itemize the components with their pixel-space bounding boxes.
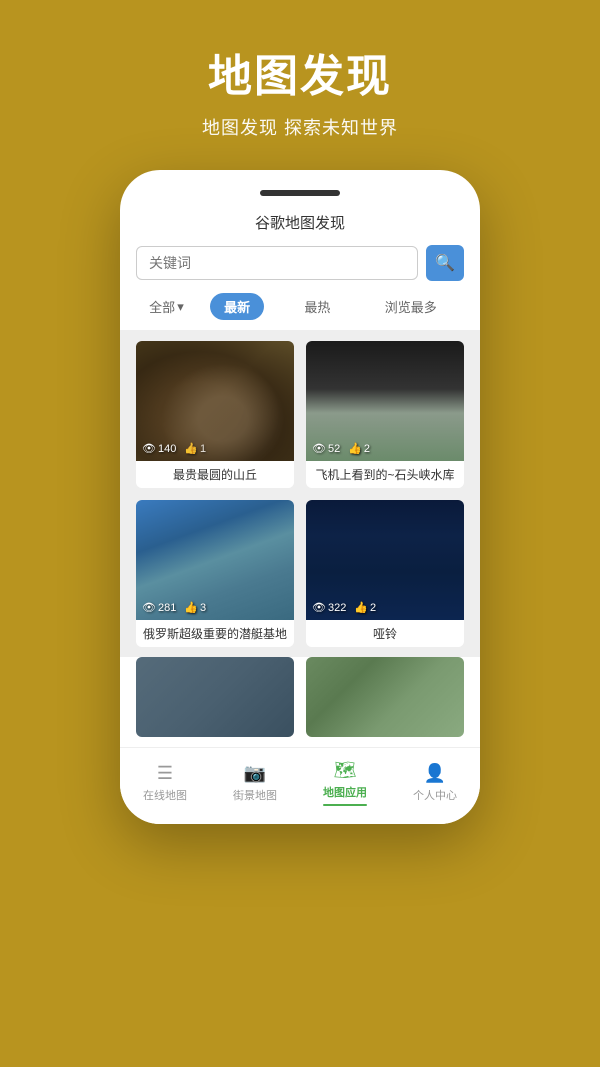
search-input[interactable]	[136, 246, 418, 280]
menu-icon: ☰	[157, 763, 173, 784]
hero-title: 地图发现	[208, 40, 392, 104]
image-stats-1: 👁 140 👍 1	[142, 442, 206, 455]
image-stats-3: 👁 281 👍 3	[142, 601, 206, 614]
partial-item-2[interactable]	[306, 657, 464, 737]
grid-item-1-image: 👁 140 👍 1	[136, 341, 294, 461]
phone-mockup: 谷歌地图发现 🔍 全部 ▾ 最新 最热 浏览最多 👁 140	[120, 170, 480, 824]
satellite-image-6	[306, 657, 464, 737]
view-count-3: 👁 281	[142, 601, 176, 614]
grid-item-1[interactable]: 👁 140 👍 1 最贵最圆的山丘	[136, 341, 294, 488]
nav-item-map-app[interactable]: 🗺 地图应用	[315, 758, 375, 808]
phone-notch	[260, 190, 340, 196]
grid-item-2[interactable]: 👁 52 👍 2 飞机上看到的~石头峡水库	[306, 341, 464, 488]
filter-tabs: 全部 ▾ 最新 最热 浏览最多	[120, 293, 480, 331]
image-stats-2: 👁 52 👍 2	[312, 442, 370, 455]
like-icon: 👍	[184, 442, 198, 455]
eye-icon: 👁	[142, 442, 156, 455]
tab-hottest[interactable]: 最热	[290, 293, 344, 320]
tab-most-viewed[interactable]: 浏览最多	[371, 293, 451, 320]
search-bar: 🔍	[136, 245, 464, 281]
grid-item-4[interactable]: 👁 322 👍 2 哑铃	[306, 500, 464, 647]
tab-all[interactable]: 全部 ▾	[149, 297, 184, 316]
grid-item-1-label: 最贵最圆的山丘	[136, 461, 294, 488]
eye-icon: 👁	[312, 601, 326, 614]
grid-item-4-label: 哑铃	[306, 620, 464, 647]
nav-label-online-map: 在线地图	[143, 787, 187, 803]
like-icon: 👍	[354, 601, 368, 614]
satellite-image-4: 👁 322 👍 2	[306, 500, 464, 620]
grid-item-2-label: 飞机上看到的~石头峡水库	[306, 461, 464, 488]
image-stats-4: 👁 322 👍 2	[312, 601, 376, 614]
partial-item-1[interactable]	[136, 657, 294, 737]
like-count-1: 👍 1	[184, 442, 206, 455]
like-icon: 👍	[184, 601, 198, 614]
nav-label-map-app: 地图应用	[323, 784, 367, 800]
eye-icon: 👁	[142, 601, 156, 614]
search-icon: 🔍	[435, 253, 455, 273]
view-count-2: 👁 52	[312, 442, 340, 455]
phone-header: 谷歌地图发现	[120, 212, 480, 233]
active-indicator	[323, 804, 367, 806]
grid-item-3-image: 👁 281 👍 3	[136, 500, 294, 620]
hero-section: 地图发现 地图发现 探索未知世界	[0, 0, 600, 170]
like-count-3: 👍 3	[184, 601, 206, 614]
nav-label-street: 街景地图	[233, 787, 277, 803]
partial-row	[120, 657, 480, 745]
search-button[interactable]: 🔍	[426, 245, 464, 281]
hero-subtitle: 地图发现 探索未知世界	[202, 114, 398, 140]
camera-icon: 📷	[244, 763, 266, 784]
view-count-4: 👁 322	[312, 601, 346, 614]
satellite-image-5	[136, 657, 294, 737]
like-icon: 👍	[348, 442, 362, 455]
nav-item-profile[interactable]: 👤 个人中心	[405, 761, 465, 805]
grid-item-2-image: 👁 52 👍 2	[306, 341, 464, 461]
tab-all-label: 全部	[149, 297, 175, 316]
satellite-image-1: 👁 140 👍 1	[136, 341, 294, 461]
grid-item-4-image: 👁 322 👍 2	[306, 500, 464, 620]
satellite-image-2: 👁 52 👍 2	[306, 341, 464, 461]
view-count-1: 👁 140	[142, 442, 176, 455]
satellite-image-3: 👁 281 👍 3	[136, 500, 294, 620]
person-icon: 👤	[424, 763, 446, 784]
bottom-nav: ☰ 在线地图 📷 街景地图 🗺 地图应用 👤 个人中心	[120, 747, 480, 824]
map-icon: 🗺	[334, 760, 357, 781]
chevron-down-icon: ▾	[177, 299, 184, 315]
nav-item-menu[interactable]: ☰ 在线地图	[135, 761, 195, 805]
like-count-2: 👍 2	[348, 442, 370, 455]
eye-icon: 👁	[312, 442, 326, 455]
grid-item-3-label: 俄罗斯超级重要的潜艇基地	[136, 620, 294, 647]
nav-label-profile: 个人中心	[413, 787, 457, 803]
nav-item-street[interactable]: 📷 街景地图	[225, 761, 285, 805]
grid-item-3[interactable]: 👁 281 👍 3 俄罗斯超级重要的潜艇基地	[136, 500, 294, 647]
like-count-4: 👍 2	[354, 601, 376, 614]
content-grid: 👁 140 👍 1 最贵最圆的山丘 �	[120, 331, 480, 657]
tab-newest[interactable]: 最新	[210, 293, 264, 320]
